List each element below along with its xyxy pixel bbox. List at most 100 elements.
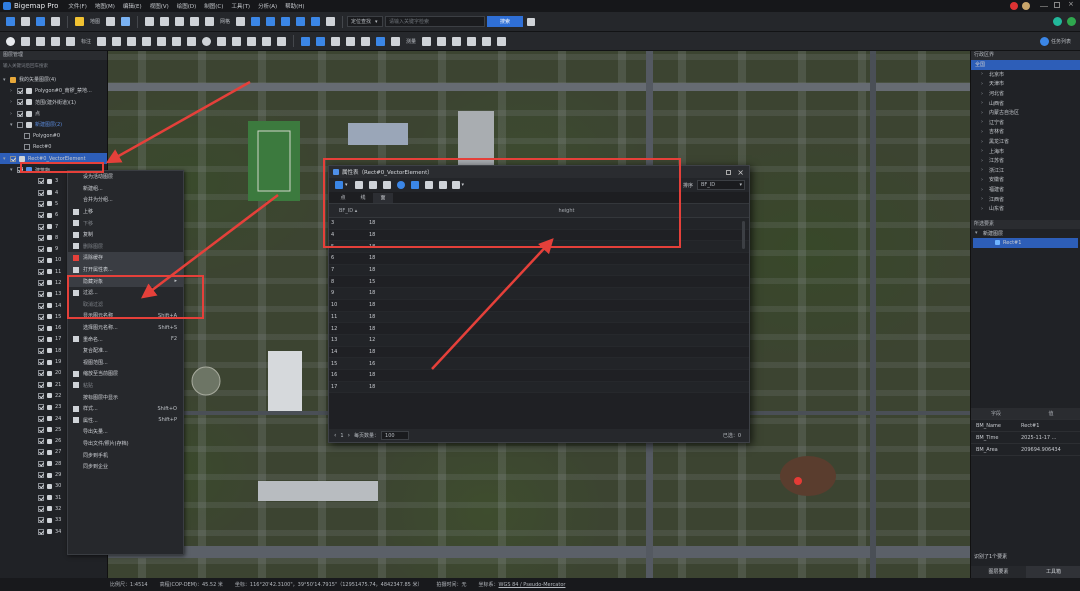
wechat-icon[interactable] xyxy=(1067,17,1076,26)
selected-feature-item[interactable]: Rect#1 xyxy=(973,238,1078,248)
feature-checkbox[interactable] xyxy=(38,392,44,399)
region-item[interactable]: › 福建省 xyxy=(971,185,1080,195)
layer-checkbox[interactable] xyxy=(17,121,23,128)
tab-layer-features[interactable]: 图层要素 xyxy=(971,566,1026,578)
table-row[interactable]: 13 12 xyxy=(329,334,749,347)
profile-icon[interactable] xyxy=(482,36,492,46)
context-menu-item[interactable]: 下移 xyxy=(68,217,183,229)
star-icon[interactable] xyxy=(527,17,536,26)
region-item[interactable]: › 吉林省 xyxy=(971,127,1080,137)
folder-icon[interactable] xyxy=(75,17,84,26)
region-item[interactable]: › 辽宁省 xyxy=(971,118,1080,128)
context-menu-item[interactable]: 选择图元名称... Shift+S xyxy=(68,322,183,334)
save-icon[interactable] xyxy=(51,17,60,26)
bezier-icon[interactable] xyxy=(262,36,272,46)
feature-checkbox[interactable] xyxy=(38,381,44,388)
measure-pen-icon[interactable] xyxy=(326,17,336,26)
expand-icon[interactable]: › xyxy=(10,88,15,94)
task-list-button[interactable]: 任务列表 xyxy=(1040,36,1071,46)
close-icon[interactable]: × xyxy=(1068,0,1076,8)
polygon-icon[interactable] xyxy=(187,36,197,46)
circle-icon[interactable] xyxy=(202,36,212,46)
feature-checkbox[interactable] xyxy=(38,336,44,343)
crs-value[interactable]: WGS 84 / Pseudo-Mercator xyxy=(499,582,566,588)
context-menu-item[interactable]: 新建组... xyxy=(68,183,183,195)
table-row[interactable]: 11 18 xyxy=(329,311,749,324)
feature-checkbox[interactable] xyxy=(38,370,44,377)
layer-checkbox[interactable] xyxy=(17,110,23,117)
context-menu-item[interactable]: 导出文件/照片(存档) xyxy=(68,438,183,450)
context-menu-item[interactable]: 粘贴 xyxy=(68,380,183,392)
context-menu-item[interactable]: 视图范围... xyxy=(68,357,183,369)
region-item[interactable]: 全国 xyxy=(971,60,1080,70)
context-menu-item[interactable]: 删除图层 xyxy=(68,241,183,253)
context-menu-item[interactable]: 按标图层中显示 xyxy=(68,391,183,403)
region-item[interactable]: › 浙江江 xyxy=(971,166,1080,176)
refresh-icon[interactable] xyxy=(205,17,215,26)
region-item[interactable]: › 安徽省 xyxy=(971,175,1080,185)
maximize-icon[interactable] xyxy=(726,169,731,175)
search-input[interactable]: 请输入关键字检索 xyxy=(385,16,486,27)
pen-icon[interactable] xyxy=(157,36,167,46)
redo-icon[interactable] xyxy=(316,36,326,46)
feature-checkbox[interactable] xyxy=(38,472,44,479)
height-icon[interactable] xyxy=(452,36,462,46)
eraser-icon[interactable] xyxy=(66,36,75,46)
first-page-icon[interactable]: ‹ xyxy=(334,432,336,439)
select-arrow-icon[interactable] xyxy=(21,36,30,46)
feature-checkbox[interactable] xyxy=(38,291,44,298)
table-row[interactable]: 14 18 xyxy=(329,347,749,359)
feature-checkbox[interactable] xyxy=(38,505,44,512)
feature-checkbox[interactable] xyxy=(38,517,44,524)
region-item[interactable]: › 黑龙江省 xyxy=(971,137,1080,147)
table-row[interactable]: 10 18 xyxy=(329,300,749,312)
context-menu-item[interactable]: 同步到手机 xyxy=(68,449,183,461)
tree-node-new-layer[interactable]: ▾ 新建图层(2) xyxy=(0,119,107,130)
feature-checkbox[interactable] xyxy=(38,223,44,230)
maximize-icon[interactable] xyxy=(1054,2,1060,8)
region-item[interactable]: › 河北省 xyxy=(971,89,1080,99)
table-row[interactable]: 8 15 xyxy=(329,276,749,289)
undo-icon[interactable] xyxy=(301,36,311,46)
layer-checkbox[interactable] xyxy=(17,99,23,106)
merge-icon[interactable] xyxy=(361,36,371,46)
feature-checkbox[interactable] xyxy=(38,302,44,309)
settings-icon[interactable] xyxy=(36,17,45,26)
export-icon[interactable] xyxy=(296,17,306,26)
context-menu-item[interactable]: 复制 xyxy=(68,229,183,241)
context-menu-item[interactable]: 重命名... F2 xyxy=(68,333,183,345)
open-file-icon[interactable] xyxy=(21,17,30,26)
region-item[interactable]: › 内蒙古自治区 xyxy=(971,108,1080,118)
table-row[interactable]: 7 18 xyxy=(329,264,749,277)
fill-icon[interactable] xyxy=(277,36,287,46)
tree-node-rect0[interactable]: Rect#0 xyxy=(0,142,107,153)
fullscreen-icon[interactable] xyxy=(190,17,200,26)
context-menu-item[interactable]: 上移 xyxy=(68,206,183,218)
lasso-icon[interactable] xyxy=(51,36,60,46)
curve-icon[interactable] xyxy=(142,36,152,46)
table-scrollbar[interactable] xyxy=(742,221,745,249)
slope-icon[interactable] xyxy=(497,36,507,46)
grid-icon[interactable] xyxy=(236,17,246,26)
table-row[interactable]: 9 18 xyxy=(329,288,749,300)
menu-view[interactable]: 视图(V) xyxy=(150,2,169,10)
zoom-out-icon[interactable] xyxy=(160,17,170,26)
buffer-icon[interactable] xyxy=(376,36,386,46)
search-button[interactable]: 搜索 xyxy=(487,16,524,27)
globe-icon[interactable] xyxy=(251,17,261,26)
menu-edit[interactable]: 编辑(E) xyxy=(123,2,142,10)
feature-checkbox[interactable] xyxy=(38,494,44,501)
region-item[interactable]: › 天津市 xyxy=(971,79,1080,89)
region-item[interactable]: › 江苏省 xyxy=(971,156,1080,166)
feature-checkbox[interactable] xyxy=(38,268,44,275)
download-icon[interactable] xyxy=(281,17,291,26)
feature-checkbox[interactable] xyxy=(38,449,44,456)
feature-checkbox[interactable] xyxy=(38,460,44,467)
chart-icon[interactable] xyxy=(121,17,131,26)
feature-checkbox[interactable] xyxy=(38,257,44,264)
expand-icon[interactable]: ▾ xyxy=(10,167,15,173)
page-size-input[interactable]: 100 xyxy=(381,431,410,440)
new-file-icon[interactable] xyxy=(6,17,15,26)
triangle-icon[interactable] xyxy=(217,36,227,46)
pan-icon[interactable] xyxy=(175,17,185,26)
